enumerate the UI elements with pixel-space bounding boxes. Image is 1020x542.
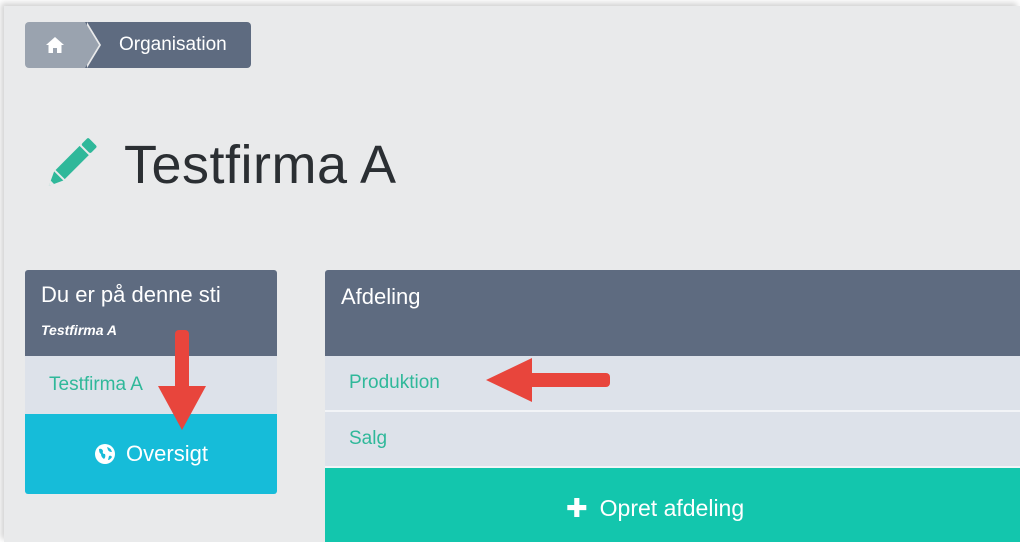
create-department-button-label: Opret afdeling	[599, 494, 745, 521]
pencil-icon	[48, 138, 97, 186]
create-department-button[interactable]: ✚ Opret afdeling	[325, 468, 1020, 542]
path-panel-heading: Du er på denne sti	[41, 282, 221, 307]
department-panel-heading: Afdeling	[325, 270, 1020, 356]
breadcrumb-current[interactable]: Organisation	[85, 22, 251, 68]
path-item-testfirma-a[interactable]: Testfirma A	[25, 356, 277, 414]
plus-icon: ✚	[565, 492, 588, 523]
department-item-salg[interactable]: Salg	[325, 412, 1020, 468]
screen: Organisation Testfirma A Du er på denne …	[4, 6, 1020, 542]
path-panel-subheading: Testfirma A	[41, 322, 117, 338]
path-panel-header: Du er på denne sti Testfirma A	[25, 270, 277, 356]
path-panel: Du er på denne sti Testfirma A Testfirma…	[25, 270, 277, 494]
breadcrumb: Organisation	[25, 22, 251, 68]
annotation-arrow-down	[158, 330, 206, 430]
department-item-produktion[interactable]: Produktion	[325, 356, 1020, 412]
page-title: Testfirma A	[124, 135, 397, 195]
home-icon	[46, 37, 64, 53]
oversigt-button-label: Oversigt	[126, 441, 208, 466]
annotation-arrow-left	[486, 358, 610, 402]
globe-icon	[95, 444, 116, 464]
breadcrumb-home[interactable]	[25, 22, 99, 68]
oversigt-button[interactable]: Oversigt	[25, 414, 277, 494]
page-header: Testfirma A	[38, 134, 397, 196]
department-panel: Afdeling Produktion Salg ✚ Opret afdelin…	[325, 270, 1020, 542]
